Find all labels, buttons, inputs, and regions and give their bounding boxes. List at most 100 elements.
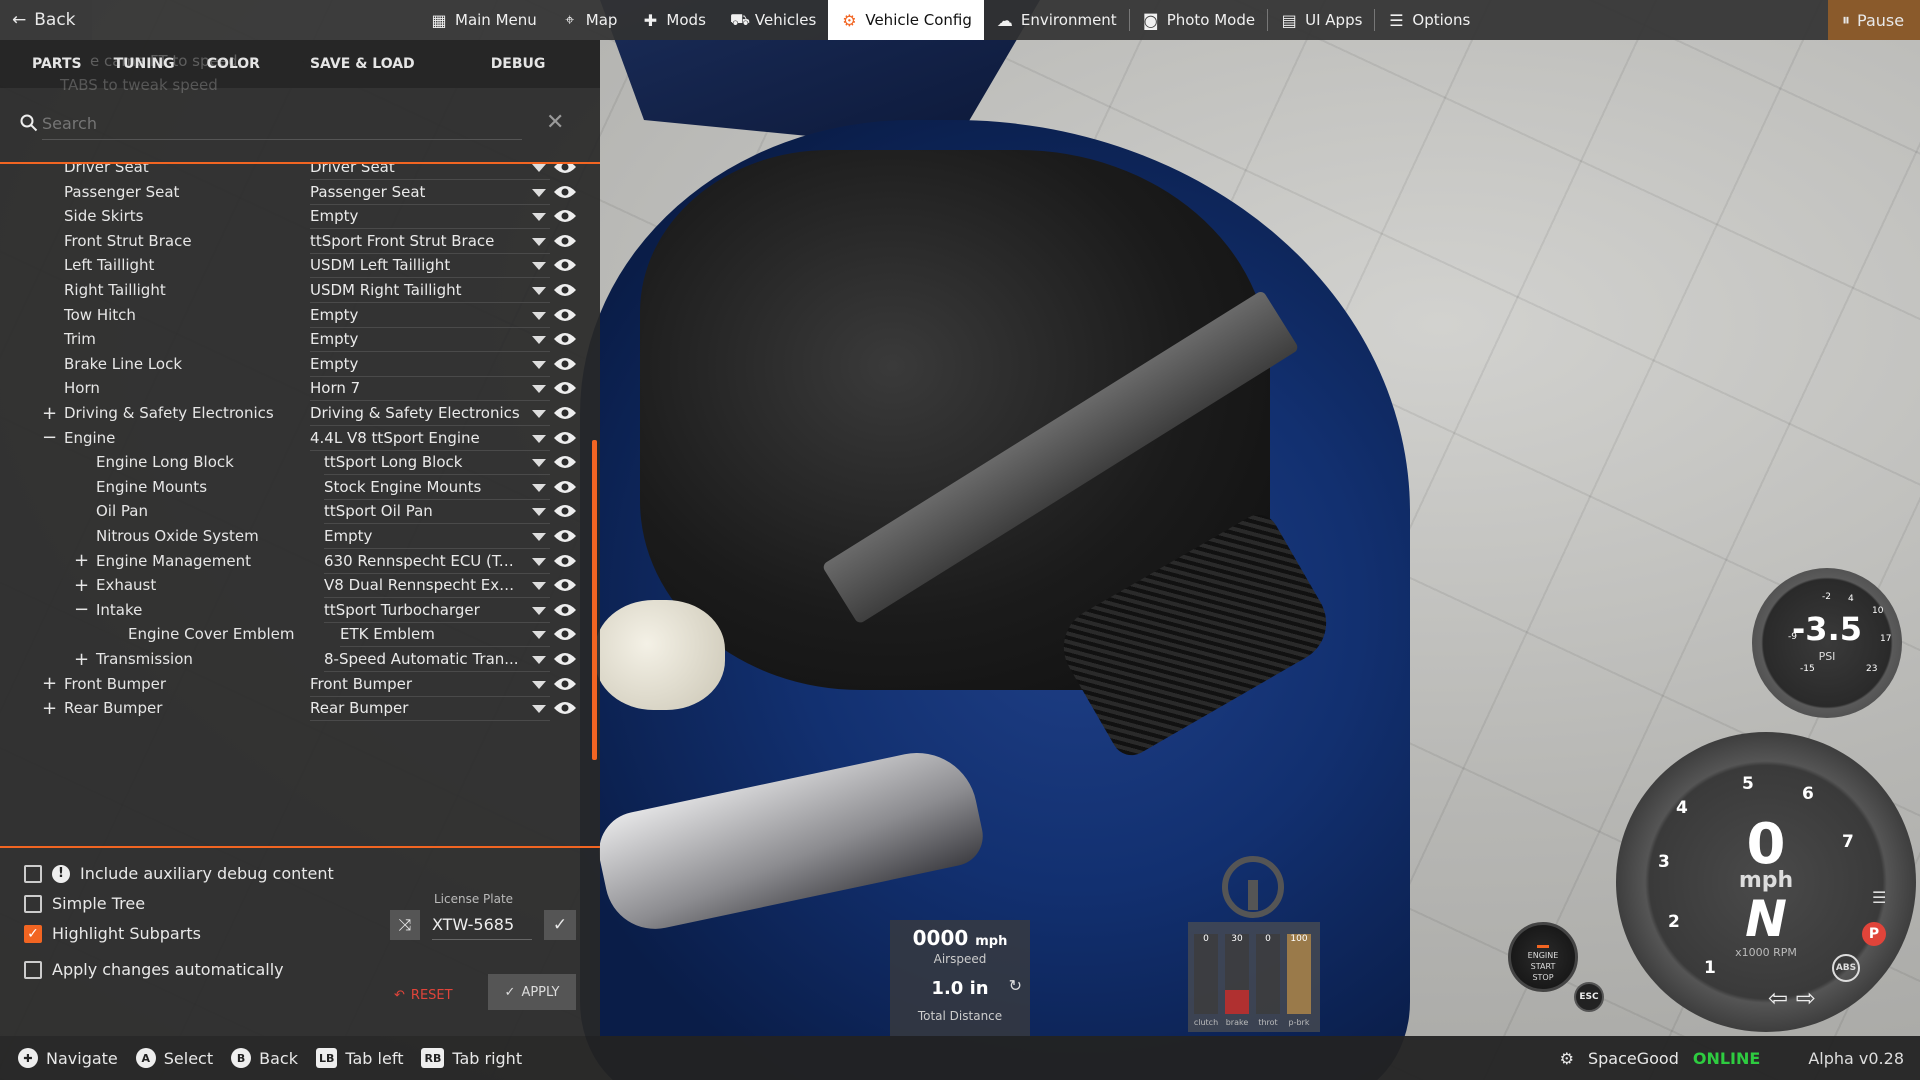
- pedal-clutch: 0 clutch: [1194, 934, 1218, 1027]
- checkbox[interactable]: [24, 894, 42, 913]
- eye-icon[interactable]: [553, 208, 577, 224]
- online-status: ONLINE: [1692, 1048, 1761, 1068]
- part-slot-label: Front Strut Brace: [64, 231, 192, 250]
- eye-icon[interactable]: [553, 380, 577, 396]
- pause-button[interactable]: ⏸ Pause: [1828, 0, 1920, 40]
- part-select-value: Driver Seat: [310, 164, 395, 176]
- tree-scrollbar[interactable]: [592, 440, 597, 760]
- hint-label: Tab left: [345, 1048, 404, 1068]
- checkbox[interactable]: [24, 960, 42, 979]
- eye-icon[interactable]: [553, 356, 577, 372]
- eye-icon[interactable]: [553, 331, 577, 347]
- nav-item-photo-mode[interactable]: ◙ Photo Mode: [1130, 0, 1267, 40]
- eye-icon[interactable]: [553, 479, 577, 495]
- part-select-value: 8-Speed Automatic Tran...: [324, 650, 519, 668]
- eye-icon[interactable]: [553, 430, 577, 446]
- option-simple-tree[interactable]: Simple Tree: [24, 894, 145, 913]
- checkbox-checked[interactable]: ✓: [24, 924, 42, 943]
- part-slot-label: Engine Management: [96, 551, 251, 570]
- back-button[interactable]: ← Back: [0, 0, 92, 40]
- nav-item-vehicles[interactable]: ⛟ Vehicles: [718, 0, 828, 40]
- nav-item-label: Map: [585, 11, 618, 29]
- pedal-fill: [1225, 990, 1249, 1014]
- search-input[interactable]: [42, 108, 522, 140]
- option-apply-automatically[interactable]: Apply changes automatically: [24, 960, 284, 979]
- part-select-value: 630 Rennspecht ECU (Tu...: [324, 551, 523, 570]
- nav-item-main-menu[interactable]: ▦ Main Menu: [418, 0, 549, 40]
- rb-button-icon: RB: [421, 1048, 445, 1068]
- eye-icon[interactable]: [553, 233, 577, 249]
- collapse-icon[interactable]: −: [42, 427, 57, 448]
- main-menu-icon: ▦: [431, 10, 447, 30]
- option-label: Highlight Subparts: [52, 924, 201, 943]
- eye-icon[interactable]: [553, 700, 577, 716]
- nav-item-ui-apps[interactable]: ▤ UI Apps: [1268, 0, 1374, 40]
- license-plate-input[interactable]: [432, 910, 532, 940]
- part-select-value: ETK Emblem: [340, 625, 435, 644]
- part-select-dropdown[interactable]: Rear Bumper: [310, 695, 550, 722]
- eye-icon[interactable]: [553, 184, 577, 200]
- nav-item-map[interactable]: ⌖ Map: [549, 0, 630, 40]
- part-slot-label: Engine Long Block: [96, 453, 234, 472]
- pedal-p-brk: 100 p-brk: [1287, 934, 1311, 1027]
- apply-button[interactable]: ✓ APPLY: [488, 974, 576, 1010]
- option-debug-content[interactable]: ! Include auxiliary debug content: [24, 864, 334, 883]
- expand-icon[interactable]: +: [42, 673, 57, 694]
- part-select-value: ttSport Oil Pan: [324, 502, 433, 521]
- eye-icon[interactable]: [553, 454, 577, 470]
- eye-icon[interactable]: [553, 651, 577, 667]
- expand-icon[interactable]: +: [74, 575, 89, 596]
- eye-icon[interactable]: [553, 257, 577, 273]
- eye-icon[interactable]: [553, 164, 577, 175]
- clear-search-icon[interactable]: ✕: [546, 110, 564, 135]
- part-select-value: ttSport Long Block: [324, 453, 463, 472]
- eye-icon[interactable]: [553, 553, 577, 569]
- expand-icon[interactable]: +: [42, 698, 57, 719]
- options-icon: ☰: [1389, 10, 1404, 30]
- eye-icon[interactable]: [553, 602, 577, 618]
- tab-save-load[interactable]: SAVE & LOAD: [294, 40, 431, 88]
- back-button-label: Back: [34, 10, 76, 30]
- hint-tab-right[interactable]: RB Tab right: [421, 1048, 522, 1068]
- eye-icon[interactable]: [553, 405, 577, 421]
- controller-hints: ✚ Navigate A Select B Back LB Tab left RB Tab rig…: [0, 1048, 522, 1068]
- confirm-plate-button[interactable]: ✓: [544, 910, 576, 940]
- eye-icon[interactable]: [553, 528, 577, 544]
- boost-gauge: -2 4 10 -9 17 -15 23 -3.5 PSI: [1752, 568, 1902, 718]
- option-highlight-subparts[interactable]: ✓ Highlight Subparts: [24, 924, 201, 943]
- car-icon: ⛟: [729, 9, 751, 29]
- nav-item-vehicle-config[interactable]: ⚙ Vehicle Config: [828, 0, 984, 40]
- checkbox[interactable]: [24, 864, 42, 883]
- hint-select[interactable]: A Select: [135, 1048, 213, 1068]
- eye-icon[interactable]: [553, 282, 577, 298]
- rpm-tick: 6: [1802, 784, 1814, 804]
- tree-row[interactable]: + Rear Bumper Rear Bumper: [0, 693, 590, 723]
- collapse-icon[interactable]: −: [74, 599, 89, 620]
- eye-icon[interactable]: [553, 676, 577, 692]
- eye-icon[interactable]: [553, 503, 577, 519]
- expand-icon[interactable]: +: [42, 403, 57, 424]
- shuffle-icon[interactable]: ⤨: [390, 910, 420, 940]
- chevron-down-icon: [532, 631, 546, 640]
- engine-start-stop-button[interactable]: ENGINE START STOP: [1508, 922, 1578, 992]
- reset-trip-icon[interactable]: ↻: [1009, 976, 1022, 995]
- start-stop-line: ENGINE: [1527, 951, 1559, 960]
- eye-icon[interactable]: [553, 307, 577, 323]
- hint-tab-left[interactable]: LB Tab left: [315, 1048, 404, 1068]
- nav-item-environment[interactable]: ☁ Environment: [984, 0, 1129, 40]
- expand-icon[interactable]: +: [74, 550, 89, 571]
- nav-item-options[interactable]: ☰ Options: [1375, 0, 1482, 40]
- hint-navigate[interactable]: ✚ Navigate: [18, 1048, 118, 1068]
- pedal-value: 30: [1231, 934, 1243, 944]
- chevron-down-icon: [532, 533, 546, 541]
- reset-button[interactable]: ↶ RESET: [394, 978, 453, 1012]
- eye-icon[interactable]: [553, 577, 577, 593]
- pedal-value: 100: [1290, 934, 1308, 944]
- expand-icon[interactable]: +: [74, 649, 89, 670]
- tab-debug[interactable]: DEBUG: [475, 40, 562, 88]
- eye-icon[interactable]: [553, 626, 577, 642]
- engine-icon: ⚙: [842, 10, 857, 30]
- nav-item-mods[interactable]: ✚ Mods: [629, 0, 717, 40]
- part-slot-label: Driving & Safety Electronics: [64, 404, 274, 422]
- hint-back[interactable]: B Back: [231, 1048, 298, 1068]
